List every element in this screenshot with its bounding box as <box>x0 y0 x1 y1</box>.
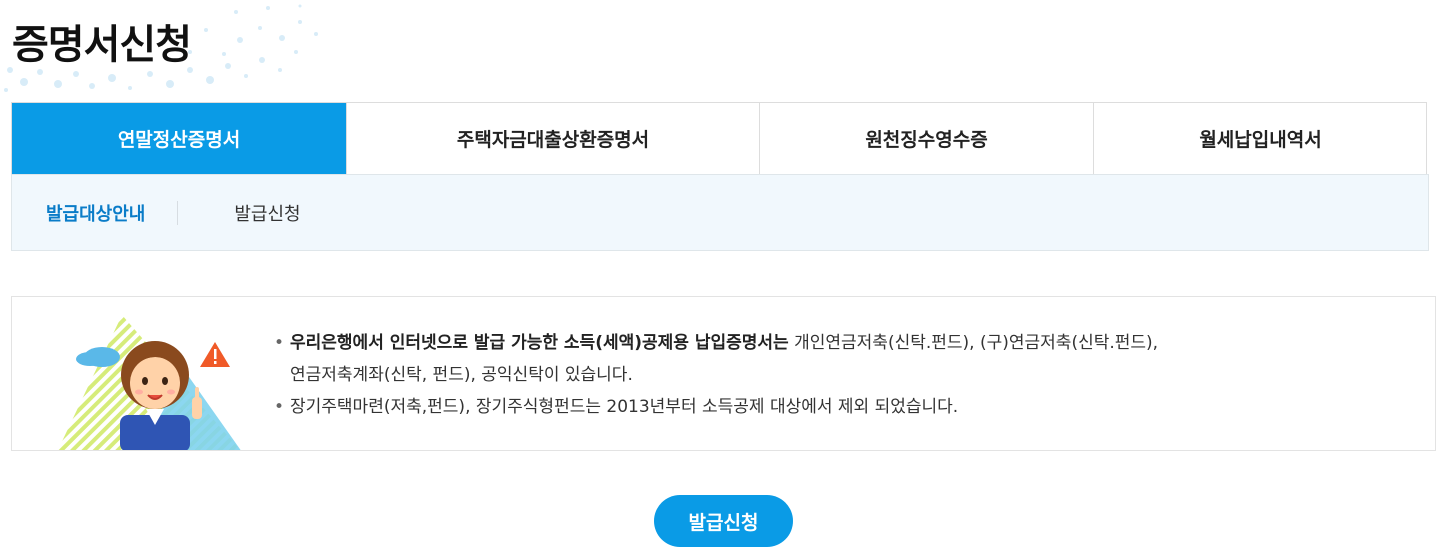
info-item-1-bold: 우리은행에서 인터넷으로 발급 가능한 소득(세액)공제용 납입증명서는 <box>290 333 789 353</box>
subtab-issuance-guide[interactable]: 발급대상안내 <box>12 200 145 226</box>
bullet-icon: • <box>274 333 285 353</box>
info-item-1: • 우리은행에서 인터넷으로 발급 가능한 소득(세액)공제용 납입증명서는 개… <box>274 327 1394 391</box>
info-box: • 우리은행에서 인터넷으로 발급 가능한 소득(세액)공제용 납입증명서는 개… <box>11 296 1436 451</box>
issue-request-button[interactable]: 발급신청 <box>654 495 793 547</box>
info-item-2: • 장기주택마련(저축,펀드), 장기주식형펀드는 2013년부터 소득공제 대… <box>274 391 1394 423</box>
tab-monthly-rent-payment-statement[interactable]: 월세납입내역서 <box>1093 103 1427 174</box>
info-item-1-text: 개인연금저축(신탁.펀드), (구)연금저축(신탁.펀드), <box>788 333 1159 353</box>
customer-service-illustration <box>57 315 241 450</box>
tab-housing-loan-repayment-certificate[interactable]: 주택자금대출상환증명서 <box>346 103 759 174</box>
page-title: 증명서신청 <box>12 22 192 68</box>
bullet-icon: • <box>274 397 285 417</box>
main-tabs: 연말정산증명서 주택자금대출상환증명서 원천징수영수증 월세납입내역서 <box>11 102 1427 174</box>
info-item-1-line2: 연금저축계좌(신탁, 펀드), 공익신탁이 있습니다. <box>290 365 633 385</box>
info-list: • 우리은행에서 인터넷으로 발급 가능한 소득(세액)공제용 납입증명서는 개… <box>274 327 1394 423</box>
sub-tabs: 발급대상안내 발급신청 <box>11 174 1429 251</box>
info-item-2-text: 장기주택마련(저축,펀드), 장기주식형펀드는 2013년부터 소득공제 대상에… <box>290 397 959 417</box>
page: 증명서신청 연말정산증명서 주택자금대출상환증명서 원천징수영수증 월세납입내역… <box>0 0 1450 559</box>
tab-year-end-tax-certificate[interactable]: 연말정산증명서 <box>12 103 346 174</box>
subtab-issuance-request[interactable]: 발급신청 <box>178 200 300 226</box>
tab-withholding-tax-receipt[interactable]: 원천징수영수증 <box>759 103 1093 174</box>
